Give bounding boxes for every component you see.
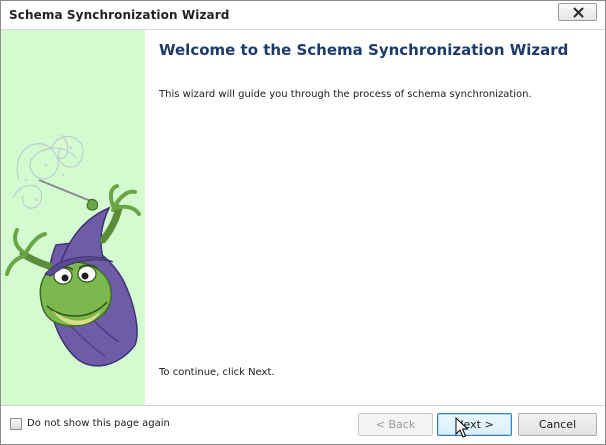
- next-button[interactable]: Next >: [437, 413, 512, 436]
- wizard-footer: Do not show this page again < Back Next …: [1, 406, 605, 444]
- mouse-pointer-icon: [455, 417, 469, 438]
- page-title: Welcome to the Schema Synchronization Wi…: [159, 41, 569, 59]
- back-button[interactable]: < Back: [358, 413, 433, 436]
- title-bar[interactable]: Schema Synchronization Wizard: [1, 1, 605, 30]
- close-button[interactable]: [558, 3, 597, 21]
- dont-show-again-label[interactable]: Do not show this page again: [27, 418, 170, 429]
- wizard-side-panel: [1, 30, 145, 405]
- dont-show-again-checkbox[interactable]: [10, 418, 22, 430]
- cancel-button[interactable]: Cancel: [518, 413, 597, 436]
- wizard-window: Schema Synchronization Wizard Welcome to…: [0, 0, 606, 445]
- wizard-content: Welcome to the Schema Synchronization Wi…: [145, 30, 605, 405]
- intro-text: This wizard will guide you through the p…: [159, 89, 532, 100]
- continue-hint: To continue, click Next.: [159, 367, 275, 378]
- close-x-icon: [573, 7, 584, 18]
- wizard-frog-illustration: [5, 134, 141, 367]
- window-title: Schema Synchronization Wizard: [9, 8, 230, 22]
